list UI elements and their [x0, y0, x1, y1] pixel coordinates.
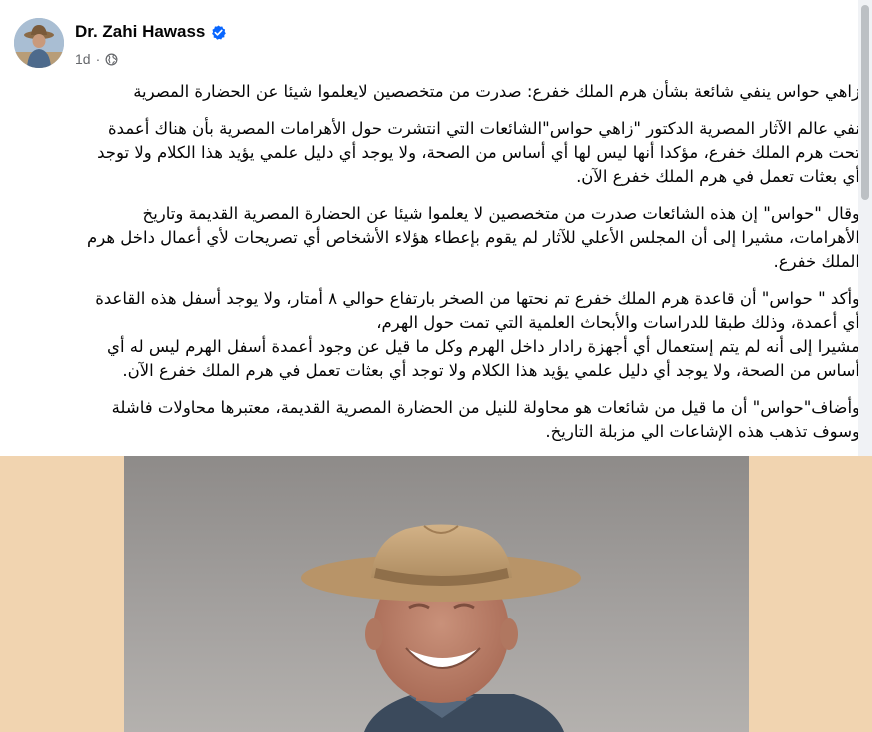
post-text: زاهي حواس ينفي شائعة بشأن هرم الملك خفرع… [58, 80, 860, 457]
text-line: أي بعثات تعمل في هرم الملك خفرع الآن. [576, 167, 860, 186]
post-photo[interactable] [124, 456, 749, 732]
name-row: Dr. Zahi Hawass [75, 21, 227, 43]
post-photo-container[interactable] [0, 456, 872, 732]
post-paragraph-headline: زاهي حواس ينفي شائعة بشأن هرم الملك خفرع… [58, 80, 860, 104]
scrollbar-thumb[interactable] [861, 5, 869, 200]
text-line: مشيرا إلى أنه لم يتم إستعمال أي أجهزة را… [107, 337, 860, 356]
post-paragraph-denial: نفي عالم الآثار المصرية الدكتور "زاهي حو… [58, 117, 860, 189]
text-line: نفي عالم الآثار المصرية الدكتور "زاهي حو… [108, 119, 860, 138]
text-line: الملك خفرع. [773, 252, 860, 271]
meta-separator: · [95, 51, 101, 67]
text-line: تحت هرم الملك خفرع، مؤكدا أنها ليس لها أ… [97, 143, 860, 162]
text-line: زاهي حواس ينفي شائعة بشأن هرم الملك خفرع… [133, 82, 860, 101]
avatar[interactable] [14, 18, 64, 68]
facebook-post: Dr. Zahi Hawass 1d · زاهي حواس ينفي شائع… [0, 0, 872, 732]
text-line: أساس من الصحة، ولا يوجد أي دليل علمي يؤي… [122, 361, 860, 380]
text-line: أي أعمدة، وذلك طبقا للدراسات والأبحاث ال… [376, 313, 860, 332]
post-meta: 1d · [75, 49, 226, 69]
text-line: وقال "حواس" إن هذه الشائعات صدرت من متخص… [142, 204, 860, 223]
scrollbar[interactable] [858, 0, 872, 458]
post-paragraph-base: وأكد " حواس" أن قاعدة هرم الملك خفرع تم … [58, 287, 860, 383]
text-line: الأهرامات، مشيرا إلى أن المجلس الأعلي لل… [87, 228, 860, 247]
post-paragraph-statement: وقال "حواس" إن هذه الشائعات صدرت من متخص… [58, 202, 860, 274]
timestamp-link[interactable]: 1d [75, 51, 91, 67]
text-line: وسوف تذهب هذه الإشاعات الي مزبلة التاريخ… [545, 422, 860, 441]
author-name[interactable]: Dr. Zahi Hawass [75, 22, 205, 42]
post-header: Dr. Zahi Hawass 1d · [14, 18, 227, 70]
author-block: Dr. Zahi Hawass 1d · [75, 21, 227, 69]
text-line: وأضاف"حواس" أن ما قيل من شائعات هو محاول… [111, 398, 860, 417]
post-paragraph-closing: وأضاف"حواس" أن ما قيل من شائعات هو محاول… [58, 396, 860, 444]
verified-badge-icon[interactable] [211, 24, 227, 40]
globe-icon[interactable] [105, 53, 118, 66]
text-line: وأكد " حواس" أن قاعدة هرم الملك خفرع تم … [95, 289, 860, 308]
